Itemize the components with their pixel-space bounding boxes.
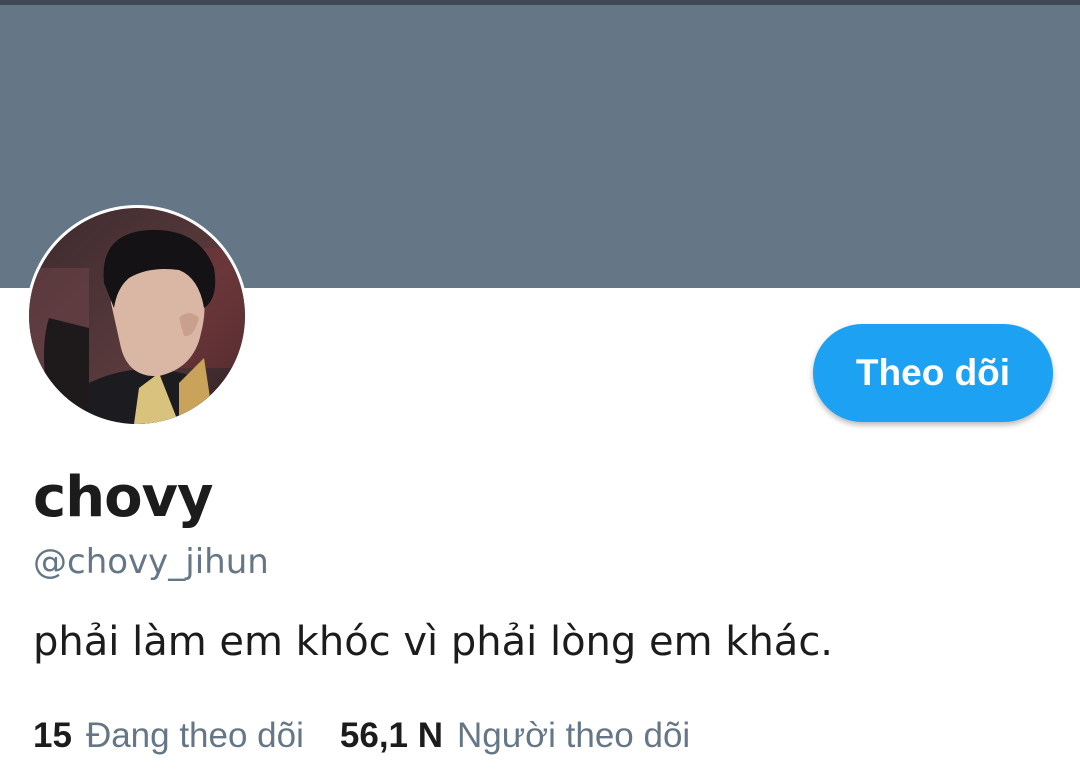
avatar-photo: [29, 208, 245, 424]
avatar[interactable]: [26, 205, 248, 427]
profile-handle: @chovy_jihun: [33, 542, 269, 582]
following-label: Đang theo dõi: [85, 716, 304, 755]
profile-display-name: chovy: [33, 465, 214, 530]
followers-label: Người theo dõi: [457, 716, 691, 755]
profile-stats: 15 Đang theo dõi 56,1 N Người theo dõi: [33, 718, 690, 753]
following-stat[interactable]: 15 Đang theo dõi: [33, 718, 304, 753]
followers-stat[interactable]: 56,1 N Người theo dõi: [340, 718, 690, 753]
followers-count: 56,1 N: [339, 716, 444, 755]
follow-button[interactable]: Theo dõi: [813, 324, 1053, 422]
following-count: 15: [33, 716, 72, 755]
profile-bio: phải làm em khóc vì phải lòng em khác.: [33, 619, 834, 665]
